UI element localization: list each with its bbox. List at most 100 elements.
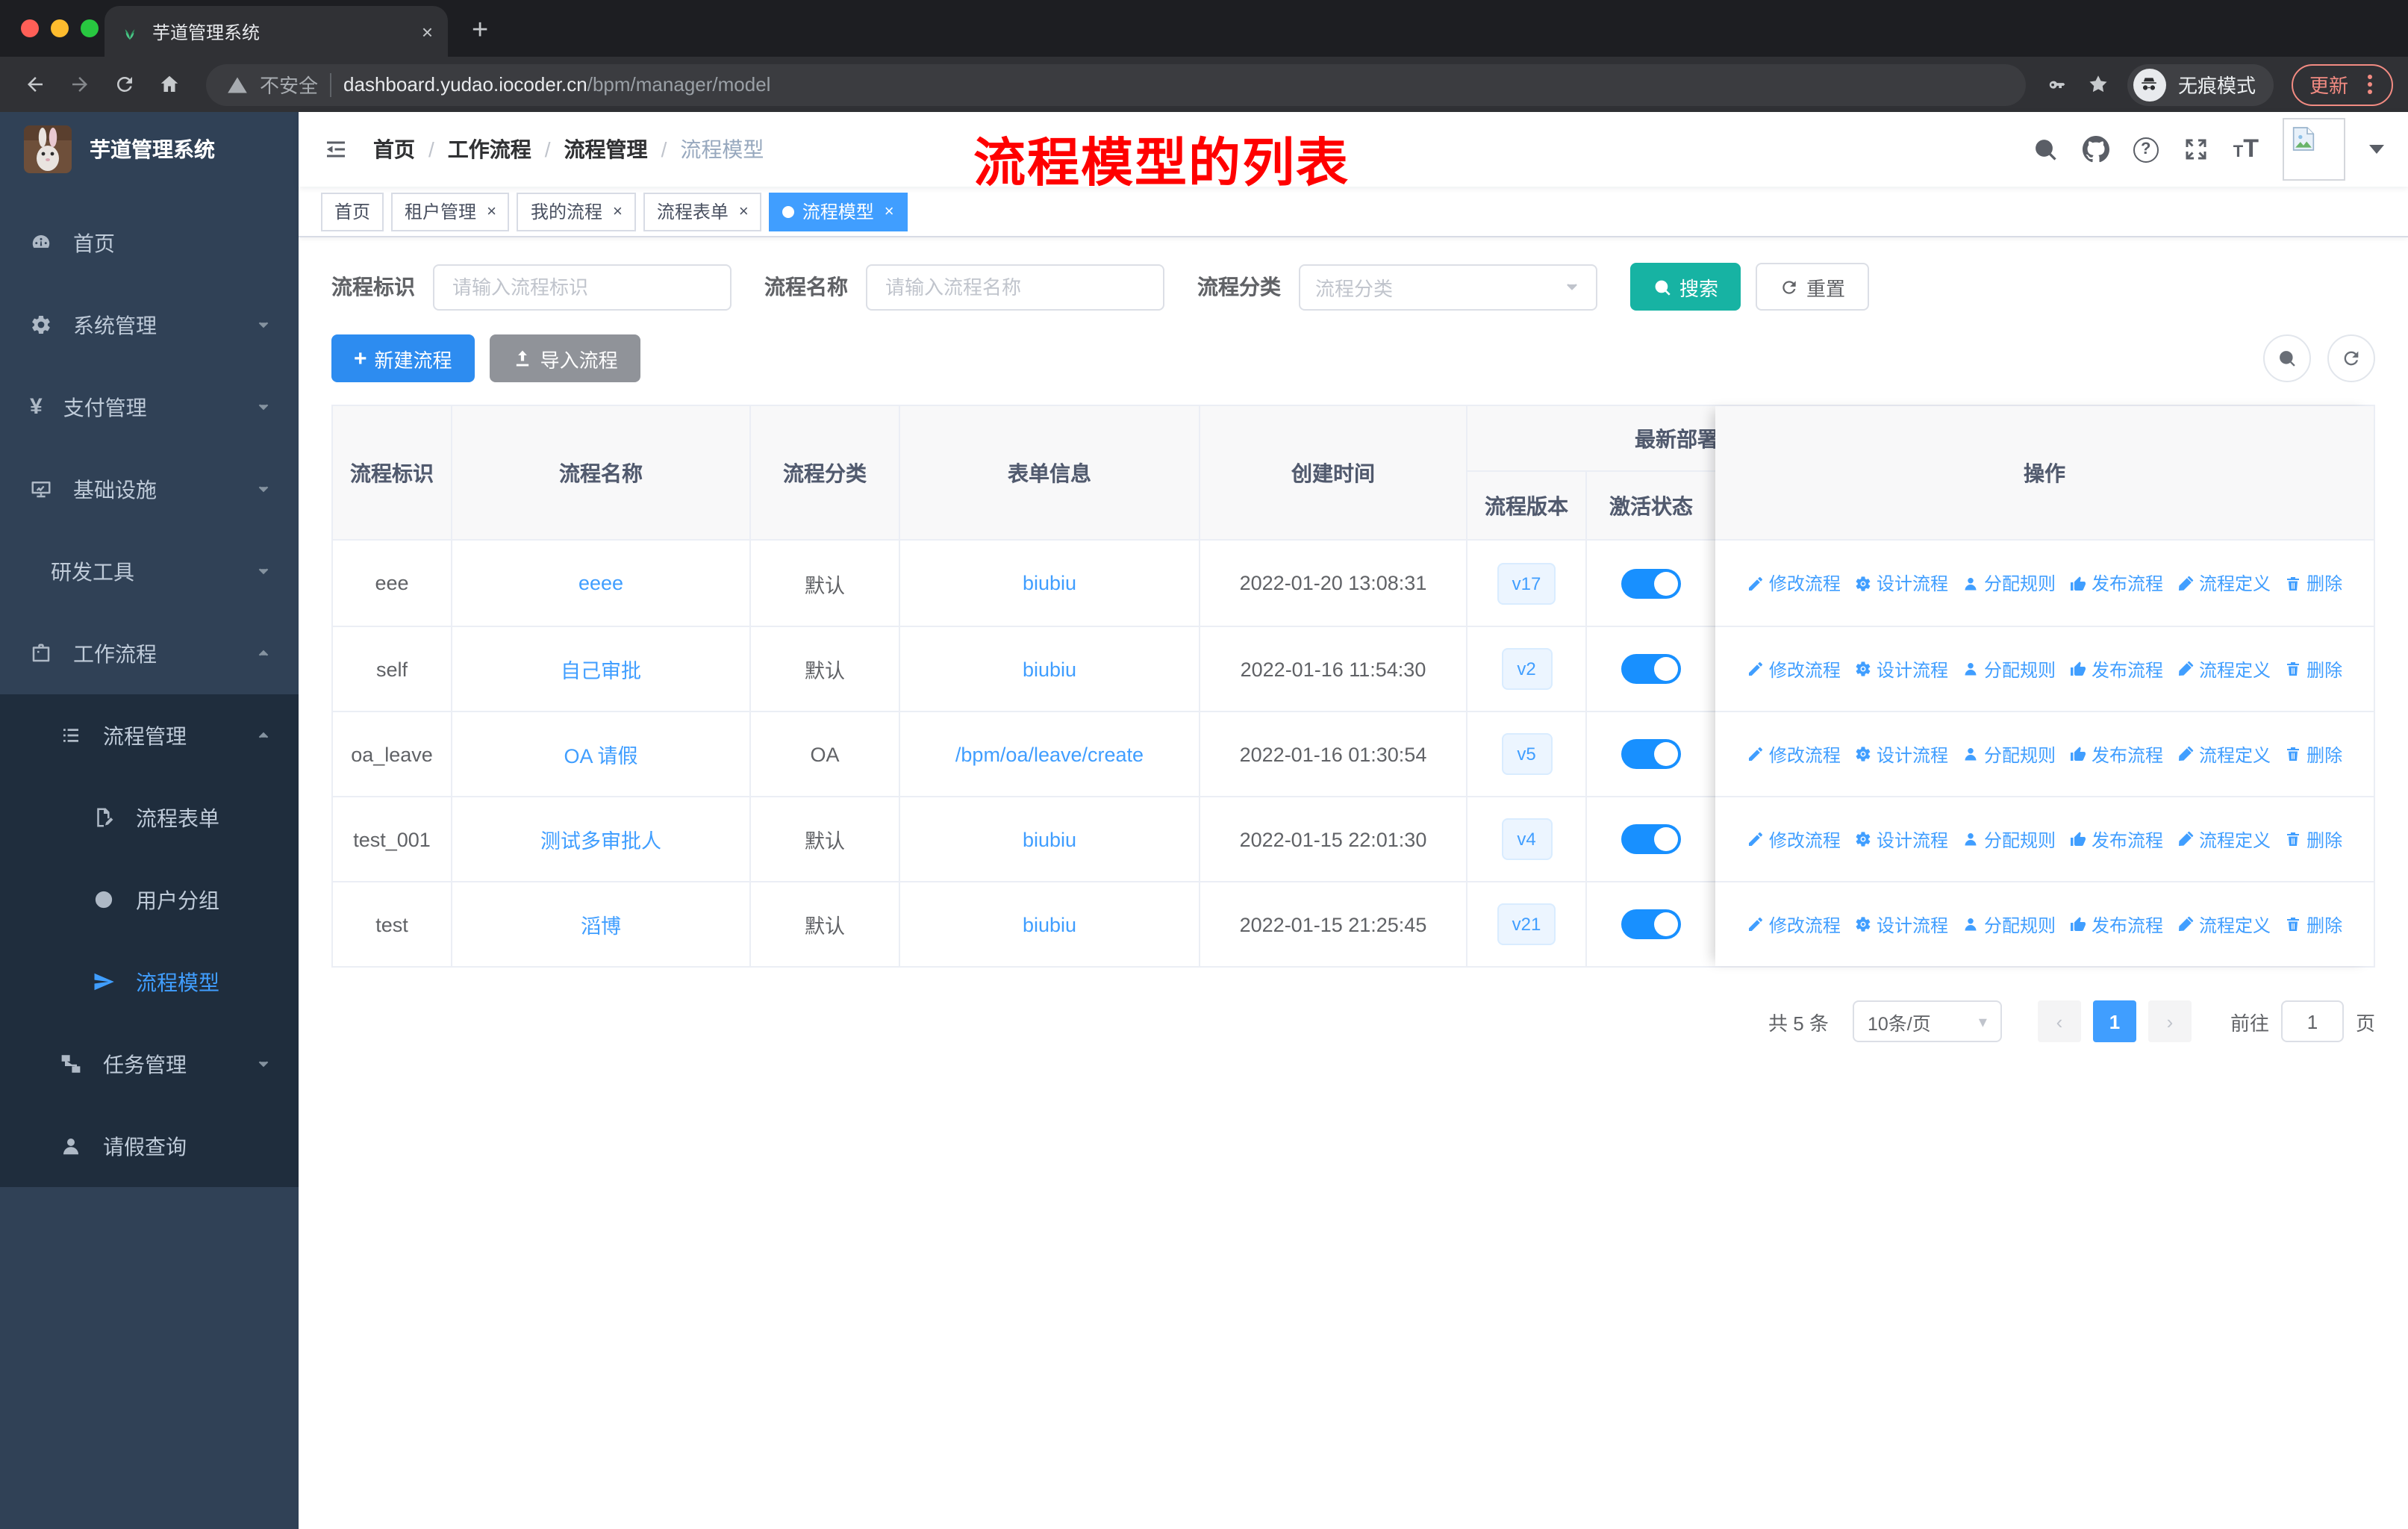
- tab-process-form[interactable]: 流程表单 ×: [643, 192, 762, 231]
- process-def-link[interactable]: 流程定义: [2177, 826, 2271, 852]
- tab-home[interactable]: 首页: [321, 192, 384, 231]
- create-process-button[interactable]: + 新建流程: [331, 334, 475, 382]
- breadcrumb-item[interactable]: 首页: [373, 134, 415, 164]
- sidebar-item-home[interactable]: 首页: [0, 202, 299, 284]
- next-page-button[interactable]: ›: [2147, 1000, 2192, 1042]
- forward-icon[interactable]: [60, 65, 99, 104]
- close-tag-icon[interactable]: ×: [487, 202, 496, 220]
- home-icon[interactable]: [149, 65, 188, 104]
- form-info-link[interactable]: biubiu: [1023, 572, 1076, 594]
- avatar-caret-icon[interactable]: [2369, 145, 2384, 154]
- reset-button[interactable]: 重置: [1756, 263, 1870, 311]
- toggle-search-button[interactable]: [2263, 334, 2311, 382]
- sidebar-item-process-mgmt[interactable]: 流程管理: [0, 694, 299, 776]
- close-window-button[interactable]: [21, 19, 39, 37]
- sidebar-item-user-group[interactable]: 用户分组: [0, 859, 299, 941]
- tab-my-process[interactable]: 我的流程 ×: [517, 192, 636, 231]
- password-key-icon[interactable]: [2047, 73, 2069, 96]
- delete-link[interactable]: 删除: [2284, 570, 2342, 596]
- form-info-link[interactable]: /bpm/oa/leave/create: [955, 743, 1144, 765]
- user-avatar[interactable]: [2283, 118, 2345, 181]
- address-bar[interactable]: 不安全 dashboard.yudao.iocoder.cn/bpm/manag…: [206, 63, 2026, 105]
- modify-process-link[interactable]: 修改流程: [1747, 741, 1841, 767]
- form-info-link[interactable]: biubiu: [1023, 828, 1076, 850]
- design-process-link[interactable]: 设计流程: [1854, 570, 1948, 596]
- sidebar-item-infrastructure[interactable]: 基础设施: [0, 448, 299, 530]
- process-def-link[interactable]: 流程定义: [2177, 656, 2271, 682]
- browser-menu-kebab-icon[interactable]: [2368, 82, 2372, 87]
- publish-process-link[interactable]: 发布流程: [2069, 912, 2163, 937]
- active-toggle[interactable]: [1621, 824, 1681, 854]
- reload-icon[interactable]: [105, 65, 143, 104]
- process-name-link[interactable]: 滔博: [581, 909, 621, 939]
- sidebar-item-payment-mgmt[interactable]: ¥ 支付管理: [0, 366, 299, 448]
- sidebar-item-workflow[interactable]: 工作流程: [0, 612, 299, 694]
- goto-page-input[interactable]: [2280, 1000, 2344, 1042]
- refresh-button[interactable]: [2327, 334, 2375, 382]
- current-page-button[interactable]: 1: [2092, 1000, 2136, 1042]
- prev-page-button[interactable]: ‹: [2037, 1000, 2081, 1042]
- delete-link[interactable]: 删除: [2284, 912, 2342, 937]
- assign-rule-link[interactable]: 分配规则: [1962, 570, 2056, 596]
- process-def-link[interactable]: 流程定义: [2177, 570, 2271, 596]
- update-button[interactable]: 更新: [2291, 63, 2393, 105]
- active-toggle[interactable]: [1621, 909, 1681, 939]
- github-icon[interactable]: [2082, 136, 2109, 163]
- design-process-link[interactable]: 设计流程: [1854, 656, 1948, 682]
- active-toggle[interactable]: [1621, 654, 1681, 684]
- assign-rule-link[interactable]: 分配规则: [1962, 912, 2056, 937]
- design-process-link[interactable]: 设计流程: [1854, 912, 1948, 937]
- browser-tab[interactable]: 芋道管理系统 ×: [105, 6, 448, 57]
- publish-process-link[interactable]: 发布流程: [2069, 826, 2163, 852]
- tab-tenant-mgmt[interactable]: 租户管理 ×: [391, 192, 510, 231]
- tab-process-model[interactable]: 流程模型 ×: [769, 192, 908, 231]
- new-tab-button[interactable]: +: [472, 16, 488, 45]
- import-process-button[interactable]: 导入流程: [489, 334, 640, 382]
- modify-process-link[interactable]: 修改流程: [1747, 912, 1841, 937]
- publish-process-link[interactable]: 发布流程: [2069, 656, 2163, 682]
- design-process-link[interactable]: 设计流程: [1854, 741, 1948, 767]
- search-button[interactable]: 搜索: [1630, 263, 1741, 311]
- form-info-link[interactable]: biubiu: [1023, 913, 1076, 935]
- sidebar-item-process-form[interactable]: 流程表单: [0, 776, 299, 859]
- bookmark-star-icon[interactable]: [2087, 73, 2109, 96]
- page-size-select[interactable]: 10条/页 ▾: [1852, 1000, 2002, 1042]
- process-name-field-input[interactable]: [866, 264, 1164, 310]
- back-icon[interactable]: [15, 65, 54, 104]
- process-name-link[interactable]: 自己审批: [561, 654, 641, 684]
- process-category-field-select[interactable]: 流程分类: [1299, 264, 1597, 310]
- maximize-window-button[interactable]: [81, 19, 99, 37]
- publish-process-link[interactable]: 发布流程: [2069, 570, 2163, 596]
- close-tag-icon[interactable]: ×: [613, 202, 623, 220]
- form-info-link[interactable]: biubiu: [1023, 658, 1076, 680]
- process-name-link[interactable]: 测试多审批人: [540, 824, 661, 854]
- close-tab-icon[interactable]: ×: [422, 20, 433, 43]
- process-def-link[interactable]: 流程定义: [2177, 912, 2271, 937]
- collapse-sidebar-icon[interactable]: [322, 136, 349, 163]
- process-key-field-input[interactable]: [433, 264, 732, 310]
- process-def-link[interactable]: 流程定义: [2177, 741, 2271, 767]
- close-tag-icon[interactable]: ×: [885, 202, 894, 220]
- delete-link[interactable]: 删除: [2284, 741, 2342, 767]
- delete-link[interactable]: 删除: [2284, 826, 2342, 852]
- assign-rule-link[interactable]: 分配规则: [1962, 826, 2056, 852]
- modify-process-link[interactable]: 修改流程: [1747, 570, 1841, 596]
- sidebar-item-dev-tools[interactable]: 研发工具: [0, 530, 299, 612]
- sidebar-item-process-model[interactable]: 流程模型: [0, 941, 299, 1023]
- modify-process-link[interactable]: 修改流程: [1747, 656, 1841, 682]
- sidebar-item-leave-query[interactable]: 请假查询: [0, 1105, 299, 1187]
- sidebar-item-task-mgmt[interactable]: 任务管理: [0, 1023, 299, 1105]
- process-name-link[interactable]: OA 请假: [564, 739, 637, 769]
- delete-link[interactable]: 删除: [2284, 656, 2342, 682]
- help-icon[interactable]: ?: [2133, 137, 2159, 162]
- search-icon[interactable]: [2032, 136, 2059, 163]
- breadcrumb-item[interactable]: 工作流程: [448, 134, 531, 164]
- close-tag-icon[interactable]: ×: [739, 202, 749, 220]
- assign-rule-link[interactable]: 分配规则: [1962, 656, 2056, 682]
- process-name-link[interactable]: eeee: [578, 572, 623, 594]
- modify-process-link[interactable]: 修改流程: [1747, 826, 1841, 852]
- minimize-window-button[interactable]: [51, 19, 69, 37]
- fullscreen-icon[interactable]: [2183, 136, 2209, 163]
- design-process-link[interactable]: 设计流程: [1854, 826, 1948, 852]
- publish-process-link[interactable]: 发布流程: [2069, 741, 2163, 767]
